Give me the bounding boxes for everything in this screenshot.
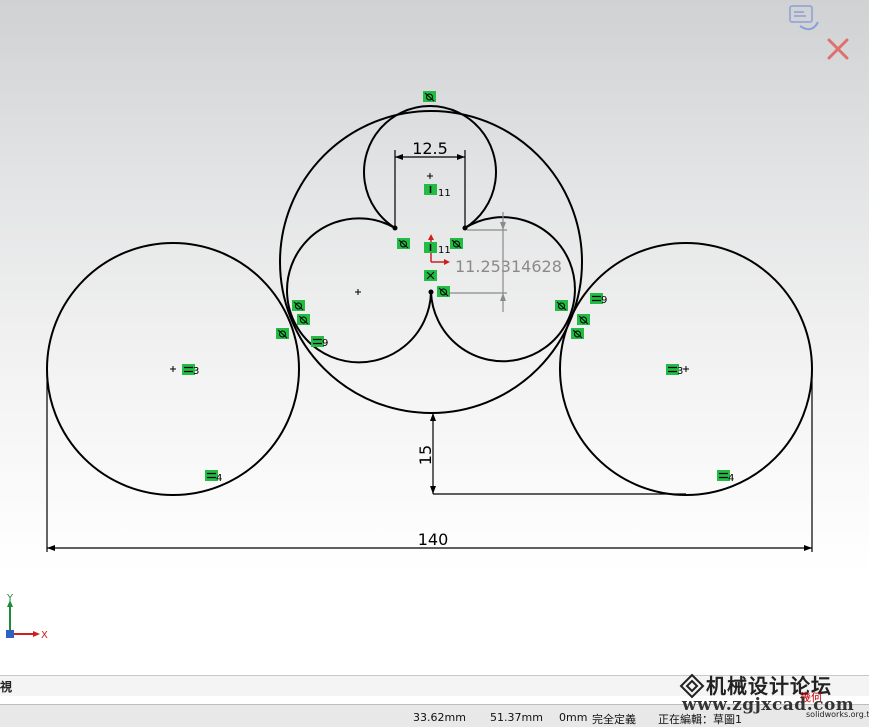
vertical-relation-badge[interactable]: 11 [424,242,451,256]
status-y-coordinate: 51.37mm [490,711,543,724]
equal-relation-badge[interactable]: 4 [717,470,734,484]
origin-axis-icon: Y X [6,593,48,641]
equal-relation-count: 4 [216,473,222,484]
equal-relation-count: 3 [677,366,683,377]
tangent-relation-icon [297,314,310,325]
status-z-coordinate: 0mm [559,711,588,724]
dim-text-driven-height[interactable]: 11.25314628 [455,257,562,276]
equal-relation-count: 9 [601,295,607,306]
status-definition-state: 完全定義 [592,713,636,726]
equal-relation-badge[interactable]: 3 [666,364,683,377]
dim-text-overall-width[interactable]: 140 [418,530,449,549]
vertical-relation-badge[interactable]: 11 [424,184,451,199]
tangent-relation-icon [397,238,410,249]
tangent-relation-icon [292,300,305,311]
top-arc[interactable] [363,105,497,229]
equal-relation-badge[interactable]: 9 [590,293,607,306]
cancel-corner-icon[interactable] [827,38,849,60]
status-x-coordinate: 33.62mm [413,711,466,724]
equal-relation-count: 3 [193,366,199,377]
vertical-relation-count: 11 [438,188,451,199]
tangent-relation-icon [450,238,463,249]
equal-relation-count: 4 [728,473,734,484]
tangent-relation-icon [437,286,450,297]
vertical-relation-count: 11 [438,245,451,256]
tangent-relation-icon [571,328,584,339]
sketch-canvas[interactable]: 12.5 11.25314628 15 140 11 11 9 9 3 3 4 … [0,0,869,675]
equal-relation-badge[interactable]: 3 [182,364,199,377]
tangent-relation-icon [577,314,590,325]
equal-relation-count: 9 [322,338,328,349]
dim-text-top-width[interactable]: 12.5 [412,139,448,158]
tangent-relation-icon [555,300,568,311]
coincident-relation-icon [424,270,437,281]
triad-y-label: Y [6,593,14,604]
tangent-relation-icon [276,328,289,339]
view-tab-label[interactable]: 視 [0,678,12,695]
watermark-sub-url: solidworks.org.tw [806,710,869,719]
dim-text-vertical-offset[interactable]: 15 [416,445,435,465]
tangent-relation-icon [423,91,436,102]
triad-x-label: X [41,630,48,641]
confirm-corner-icon[interactable] [789,5,819,31]
equal-relation-badge[interactable]: 4 [205,470,222,484]
dimension-vertical-offset[interactable] [430,413,686,495]
